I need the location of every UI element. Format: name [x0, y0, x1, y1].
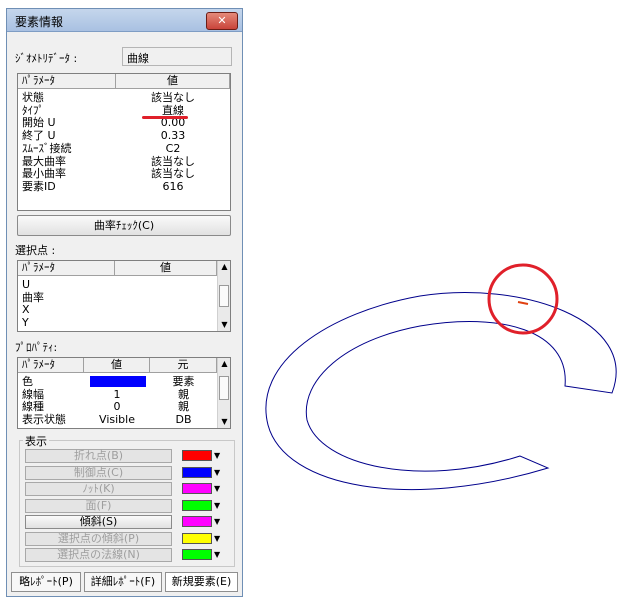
curve-element[interactable] [265, 292, 617, 491]
annotation-circle [487, 263, 559, 335]
highlighted-curve-segment [517, 301, 529, 305]
viewport-canvas[interactable] [0, 0, 622, 609]
